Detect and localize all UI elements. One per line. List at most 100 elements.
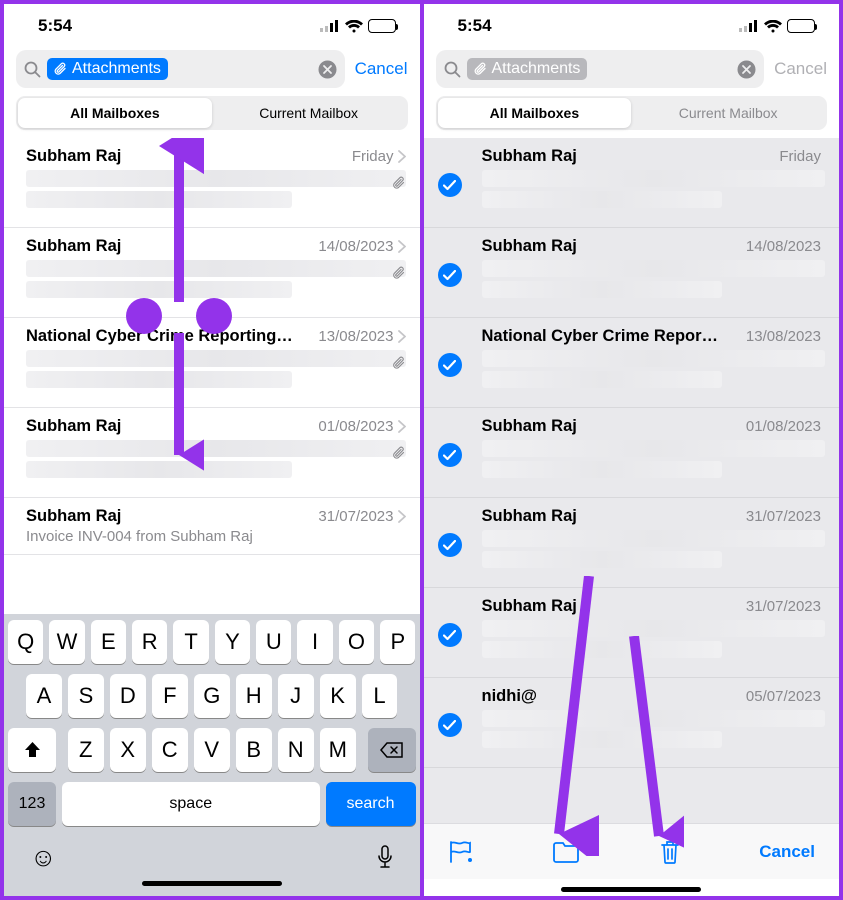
search-key[interactable]: search — [326, 782, 416, 826]
attachment-icon — [392, 266, 406, 280]
key-z[interactable]: Z — [68, 728, 104, 772]
email-preview-redacted — [482, 440, 826, 457]
key-v[interactable]: V — [194, 728, 230, 772]
email-preview-redacted — [482, 371, 722, 388]
email-date: 01/08/2023 — [746, 418, 821, 435]
home-indicator[interactable] — [561, 887, 701, 892]
email-row[interactable]: Subham Raj 31/07/2023 Invoice INV-004 fr… — [4, 498, 420, 555]
search-chip-attachments[interactable]: Attachments — [467, 58, 588, 80]
email-row[interactable]: Subham Raj 31/07/2023 — [424, 588, 840, 678]
key-o[interactable]: O — [339, 620, 374, 664]
selection-checkmark[interactable] — [438, 623, 462, 647]
key-a[interactable]: A — [26, 674, 62, 718]
shift-key[interactable] — [8, 728, 56, 772]
chip-label: Attachments — [72, 60, 161, 78]
trash-button[interactable] — [659, 839, 681, 865]
key-s[interactable]: S — [68, 674, 104, 718]
battery-level: 86 — [383, 21, 394, 32]
dictation-key[interactable] — [376, 845, 394, 871]
email-date: 31/07/2023 — [746, 508, 821, 525]
email-preview-redacted — [482, 530, 826, 547]
selection-checkmark[interactable] — [438, 263, 462, 287]
cancel-search-link[interactable]: Cancel — [355, 59, 408, 79]
key-d[interactable]: D — [110, 674, 146, 718]
numeric-key[interactable]: 123 — [8, 782, 56, 826]
selection-checkmark[interactable] — [438, 353, 462, 377]
segmented-control[interactable]: All Mailboxes Current Mailbox — [16, 96, 408, 130]
email-row[interactable]: Subham Raj 01/08/2023 — [4, 408, 420, 498]
sender-name: National Cyber Crime Reporting… — [26, 327, 318, 346]
key-x[interactable]: X — [110, 728, 146, 772]
email-preview-redacted — [482, 170, 826, 187]
email-list-selection[interactable]: Subham Raj Friday Subham Raj 14/08/2023 … — [424, 138, 840, 823]
selection-checkmark[interactable] — [438, 713, 462, 737]
email-row[interactable]: Subham Raj Friday — [424, 138, 840, 228]
search-chip-attachments[interactable]: Attachments — [47, 58, 168, 80]
email-date: 05/07/2023 — [746, 688, 821, 705]
key-m[interactable]: M — [320, 728, 356, 772]
status-bar: 5:54 86 — [424, 4, 840, 48]
segment-all-mailboxes[interactable]: All Mailboxes — [438, 98, 632, 128]
email-row[interactable]: Subham Raj 14/08/2023 — [424, 228, 840, 318]
chip-label: Attachments — [492, 60, 581, 78]
email-row[interactable]: Subham Raj 31/07/2023 — [424, 498, 840, 588]
email-list[interactable]: Subham Raj Friday Subham Raj 14/08/2023 … — [4, 138, 420, 614]
email-preview-redacted — [26, 170, 406, 187]
email-row[interactable]: Subham Raj 01/08/2023 — [424, 408, 840, 498]
email-row[interactable]: Subham Raj 14/08/2023 — [4, 228, 420, 318]
cancel-selection-button[interactable]: Cancel — [759, 842, 815, 862]
email-row[interactable]: Subham Raj Friday — [4, 138, 420, 228]
attachment-icon — [392, 176, 406, 190]
check-icon — [443, 180, 456, 191]
sender-name: National Cyber Crime Repor… — [482, 327, 746, 346]
sender-name: Subham Raj — [482, 597, 746, 616]
key-h[interactable]: H — [236, 674, 272, 718]
key-q[interactable]: Q — [8, 620, 43, 664]
search-box[interactable]: Attachments — [436, 50, 765, 88]
paperclip-icon — [474, 62, 487, 76]
shift-icon — [23, 741, 42, 759]
key-n[interactable]: N — [278, 728, 314, 772]
search-box[interactable]: Attachments — [16, 50, 345, 88]
selection-checkmark[interactable] — [438, 533, 462, 557]
email-row[interactable]: nidhi@ 05/07/2023 — [424, 678, 840, 768]
emoji-key[interactable]: ☺ — [30, 842, 57, 873]
key-t[interactable]: T — [173, 620, 208, 664]
key-p[interactable]: P — [380, 620, 415, 664]
email-row[interactable]: National Cyber Crime Repor… 13/08/2023 — [424, 318, 840, 408]
key-k[interactable]: K — [320, 674, 356, 718]
segment-current-mailbox[interactable]: Current Mailbox — [631, 98, 825, 128]
key-b[interactable]: B — [236, 728, 272, 772]
segmented-control[interactable]: All Mailboxes Current Mailbox — [436, 96, 828, 130]
selection-checkmark[interactable] — [438, 443, 462, 467]
move-button[interactable] — [552, 841, 580, 863]
sender-name: nidhi@ — [482, 687, 746, 706]
key-e[interactable]: E — [91, 620, 126, 664]
key-y[interactable]: Y — [215, 620, 250, 664]
key-i[interactable]: I — [297, 620, 332, 664]
key-l[interactable]: L — [362, 674, 398, 718]
sender-name: Subham Raj — [26, 507, 318, 526]
backspace-key[interactable] — [368, 728, 416, 772]
email-date: 31/07/2023 — [746, 598, 821, 615]
space-key[interactable]: space — [62, 782, 320, 826]
segment-all-mailboxes[interactable]: All Mailboxes — [18, 98, 212, 128]
home-indicator[interactable] — [142, 881, 282, 886]
email-row[interactable]: National Cyber Crime Reporting… 13/08/20… — [4, 318, 420, 408]
keyboard[interactable]: QWERTYUIOP ASDFGHJKL ZXCVBNM 123 space s… — [4, 614, 420, 896]
clear-search-button[interactable] — [318, 60, 337, 79]
key-f[interactable]: F — [152, 674, 188, 718]
mark-button[interactable] — [448, 840, 474, 864]
selection-checkmark[interactable] — [438, 173, 462, 197]
check-icon — [443, 540, 456, 551]
mailbox-scope-control: All Mailboxes Current Mailbox — [424, 96, 840, 138]
key-c[interactable]: C — [152, 728, 188, 772]
clear-search-button[interactable] — [737, 60, 756, 79]
email-date: 14/08/2023 — [318, 238, 393, 255]
key-j[interactable]: J — [278, 674, 314, 718]
segment-current-mailbox[interactable]: Current Mailbox — [212, 98, 406, 128]
key-u[interactable]: U — [256, 620, 291, 664]
key-r[interactable]: R — [132, 620, 167, 664]
key-g[interactable]: G — [194, 674, 230, 718]
key-w[interactable]: W — [49, 620, 84, 664]
